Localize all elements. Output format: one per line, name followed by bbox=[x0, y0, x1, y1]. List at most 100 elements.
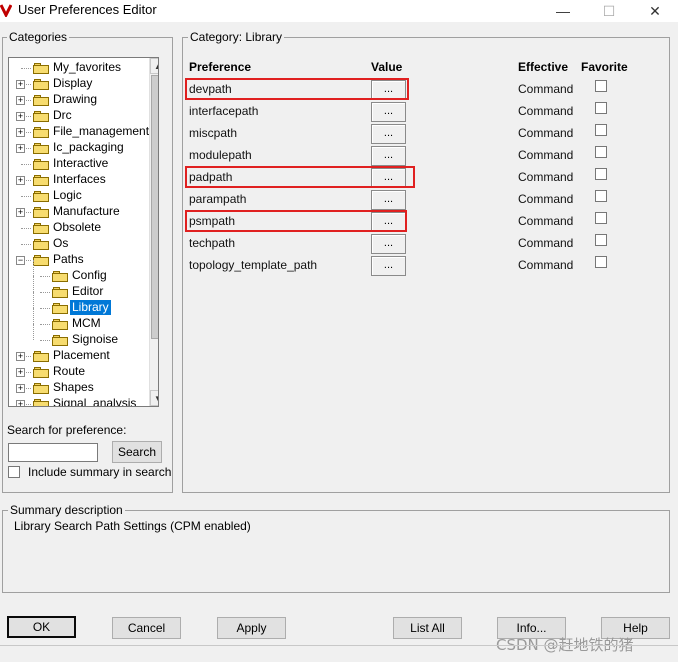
folder-icon bbox=[52, 287, 68, 298]
expand-icon[interactable]: + bbox=[16, 384, 25, 393]
tree-item[interactable]: My_favorites bbox=[9, 60, 147, 76]
value-edit-button[interactable]: ... bbox=[371, 146, 406, 166]
folder-icon bbox=[33, 399, 49, 406]
expand-icon[interactable]: + bbox=[16, 144, 25, 153]
tree-item[interactable]: + Manufacture bbox=[9, 204, 147, 220]
expand-icon[interactable]: + bbox=[16, 96, 25, 105]
favorite-checkbox[interactable] bbox=[595, 124, 607, 136]
expand-icon[interactable]: + bbox=[16, 400, 25, 406]
list-all-button[interactable]: List All bbox=[393, 617, 462, 639]
tree-item-label: Signal_analysis bbox=[53, 396, 137, 407]
folder-icon bbox=[33, 255, 49, 266]
effective-value: Command bbox=[518, 82, 574, 96]
value-edit-button[interactable]: ... bbox=[371, 234, 406, 254]
collapse-icon[interactable]: − bbox=[16, 256, 25, 265]
expand-icon[interactable]: + bbox=[16, 176, 25, 185]
category-label: Category: Library bbox=[188, 30, 285, 44]
tree-item[interactable]: − Paths bbox=[9, 252, 147, 268]
folder-icon bbox=[33, 79, 49, 90]
folder-icon bbox=[33, 383, 49, 394]
effective-value: Command bbox=[518, 148, 574, 162]
expand-icon[interactable]: + bbox=[16, 128, 25, 137]
effective-value: Command bbox=[518, 192, 574, 206]
tree-item[interactable]: + Drc bbox=[9, 108, 147, 124]
value-edit-button[interactable]: ... bbox=[371, 102, 406, 122]
tree-item[interactable]: Library bbox=[9, 292, 147, 316]
folder-icon bbox=[52, 319, 68, 330]
value-edit-button[interactable]: ... bbox=[371, 256, 406, 276]
effective-header: Effective bbox=[518, 60, 569, 74]
tree-item[interactable]: Signoise bbox=[9, 324, 147, 348]
tree-item[interactable]: Editor bbox=[9, 276, 147, 300]
expand-icon[interactable]: + bbox=[16, 368, 25, 377]
expand-icon[interactable]: + bbox=[16, 208, 25, 217]
summary-label: Summary description bbox=[8, 503, 125, 517]
favorite-checkbox[interactable] bbox=[595, 234, 607, 246]
tree-item[interactable]: Config bbox=[9, 260, 147, 284]
favorite-checkbox[interactable] bbox=[595, 168, 607, 180]
preference-name: miscpath bbox=[189, 126, 238, 140]
tree-item[interactable]: Os bbox=[9, 236, 147, 252]
tree-item[interactable]: Interactive bbox=[9, 156, 147, 172]
tree-item[interactable]: + Display bbox=[9, 76, 147, 92]
tree-item[interactable]: + Placement bbox=[9, 348, 147, 364]
folder-icon bbox=[33, 191, 49, 202]
close-button[interactable]: ✕ bbox=[632, 0, 678, 22]
favorite-checkbox[interactable] bbox=[595, 102, 607, 114]
effective-value: Command bbox=[518, 170, 574, 184]
effective-value: Command bbox=[518, 258, 574, 272]
search-input[interactable] bbox=[8, 443, 98, 462]
tree-item-label: Ic_packaging bbox=[53, 140, 124, 154]
folder-icon bbox=[33, 159, 49, 170]
tree-item-label: Paths bbox=[53, 252, 84, 266]
search-button[interactable]: Search bbox=[112, 441, 162, 463]
status-strip bbox=[0, 645, 678, 662]
tree-item[interactable]: + Ic_packaging bbox=[9, 140, 147, 156]
apply-button[interactable]: Apply bbox=[217, 617, 286, 639]
scroll-up-icon[interactable]: ▲ bbox=[150, 58, 158, 74]
tree-item[interactable]: + Signal_analysis bbox=[9, 396, 147, 407]
ok-button[interactable]: OK bbox=[7, 616, 76, 638]
expand-icon[interactable]: + bbox=[16, 80, 25, 89]
tree-item[interactable]: + Shapes bbox=[9, 380, 147, 396]
tree-item[interactable]: Logic bbox=[9, 188, 147, 204]
scroll-thumb[interactable] bbox=[151, 75, 158, 339]
preference-name: techpath bbox=[189, 236, 236, 250]
tree-item[interactable]: + Route bbox=[9, 364, 147, 380]
tree-scrollbar[interactable]: ▲ ▼ bbox=[149, 58, 158, 406]
folder-icon bbox=[33, 63, 49, 74]
folder-icon bbox=[33, 175, 49, 186]
expand-icon[interactable]: + bbox=[16, 112, 25, 121]
tree-item[interactable]: MCM bbox=[9, 308, 147, 332]
tree-item[interactable]: + File_management bbox=[9, 124, 149, 140]
value-edit-button[interactable]: ... bbox=[371, 190, 406, 210]
folder-icon bbox=[33, 95, 49, 106]
minimize-button[interactable]: — bbox=[540, 0, 586, 22]
cancel-button[interactable]: Cancel bbox=[112, 617, 181, 639]
value-edit-button[interactable]: ... bbox=[371, 124, 406, 144]
favorite-checkbox[interactable] bbox=[595, 80, 607, 92]
scroll-down-icon[interactable]: ▼ bbox=[150, 390, 158, 406]
favorite-checkbox[interactable] bbox=[595, 212, 607, 224]
favorite-checkbox[interactable] bbox=[595, 256, 607, 268]
expand-icon[interactable]: + bbox=[16, 352, 25, 361]
tree-item-label: Library bbox=[70, 300, 111, 315]
search-label: Search for preference: bbox=[7, 423, 127, 437]
include-summary-checkbox[interactable] bbox=[8, 466, 20, 478]
folder-icon bbox=[33, 111, 49, 122]
favorite-checkbox[interactable] bbox=[595, 190, 607, 202]
maximize-button[interactable]: ☐ bbox=[586, 0, 632, 22]
favorite-checkbox[interactable] bbox=[595, 146, 607, 158]
tree-item[interactable]: Obsolete bbox=[9, 220, 147, 236]
preference-header: Preference bbox=[189, 60, 252, 74]
effective-value: Command bbox=[518, 214, 574, 228]
tree-item-label: Os bbox=[53, 236, 69, 250]
highlight-box bbox=[185, 166, 415, 188]
tree-item[interactable]: + Interfaces bbox=[9, 172, 147, 188]
tree-item[interactable]: + Drawing bbox=[9, 92, 147, 108]
folder-icon bbox=[33, 207, 49, 218]
folder-icon bbox=[33, 239, 49, 250]
category-tree[interactable]: My_favorites + Display + Drawing + Drc + File_ma… bbox=[8, 57, 159, 407]
effective-value: Command bbox=[518, 104, 574, 118]
app-icon bbox=[0, 3, 13, 19]
